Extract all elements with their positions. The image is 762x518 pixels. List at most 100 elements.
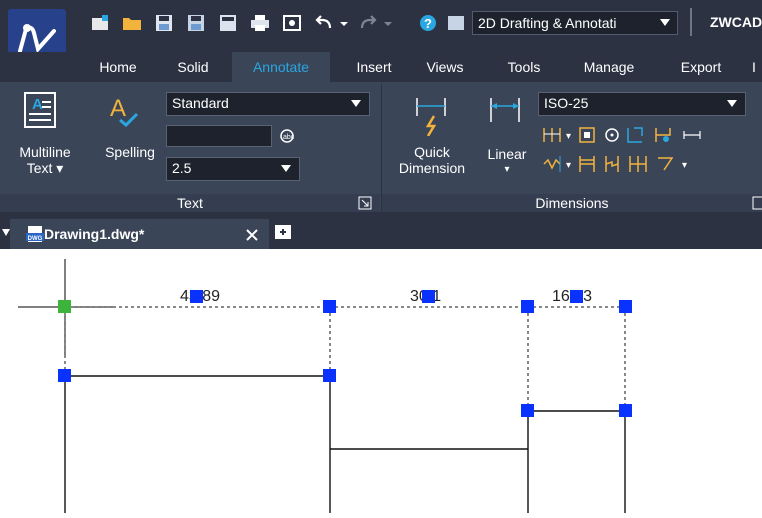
spelling-icon: A — [110, 95, 139, 128]
oblique-dimension-icon[interactable] — [683, 131, 701, 139]
chevron-down-icon — [660, 19, 670, 26]
drawing-svg: 43.89 30.1 16.23 — [18, 259, 632, 513]
close-icon[interactable] — [246, 229, 258, 241]
dimension-style-value: ISO-25 — [544, 95, 589, 111]
jogged-linear-icon[interactable] — [605, 156, 619, 172]
break-dimension-icon[interactable] — [543, 156, 561, 172]
grip[interactable] — [58, 369, 71, 382]
baseline-dimension-icon[interactable] — [543, 128, 561, 142]
adjust-space-icon[interactable] — [579, 156, 595, 172]
dropdown-arrow-icon[interactable]: ▾ — [566, 131, 571, 142]
tolerance-icon[interactable] — [579, 127, 595, 143]
title-bar: ? 2D Drafting & Annotati ZWCAD — [0, 0, 762, 71]
tab-more[interactable]: I — [752, 52, 762, 82]
grip[interactable] — [570, 290, 583, 303]
document-tab-bar: DWG Drawing1.dwg* — [0, 212, 762, 249]
leader-icon[interactable] — [658, 157, 674, 171]
quick-dimension-icon — [416, 98, 446, 136]
redo-icon[interactable] — [358, 14, 378, 32]
save-as-icon[interactable] — [186, 14, 206, 32]
panel-launcher-icon[interactable] — [358, 196, 372, 210]
dimension-tools-row-2: ▾ ▾ — [543, 156, 687, 172]
grip[interactable] — [619, 404, 632, 417]
spelling-button[interactable]: Spelling — [96, 144, 164, 160]
dwg-file-icon: DWG — [26, 226, 44, 242]
undo-icon[interactable] — [314, 14, 334, 32]
document-tab-title: Drawing1.dwg* — [44, 226, 145, 242]
chevron-down-icon — [351, 100, 361, 107]
tab-tools[interactable]: Tools — [500, 52, 548, 82]
tab-views[interactable]: Views — [420, 52, 470, 82]
grip-selected[interactable] — [58, 300, 71, 313]
chevron-down-icon — [727, 100, 737, 107]
tab-home[interactable]: Home — [94, 52, 142, 82]
find-replace-icon[interactable]: abc — [278, 127, 298, 145]
tab-solid[interactable]: Solid — [168, 52, 218, 82]
quick-dimension-button[interactable]: Quick Dimension — [388, 144, 476, 176]
multiline-text-button[interactable]: Multiline Text ▾ — [14, 144, 76, 176]
undo-dropdown-icon[interactable] — [338, 14, 350, 32]
document-tab[interactable]: DWG Drawing1.dwg* — [10, 219, 269, 249]
text-height-value: 2.5 — [172, 160, 192, 176]
product-label: ZWCAD — [710, 14, 762, 30]
workspace-icon[interactable] — [446, 14, 466, 32]
open-folder-icon[interactable] — [122, 14, 142, 32]
continue-dimension-icon[interactable] — [629, 156, 647, 172]
linear-dimension-button[interactable]: Linear ▾ — [480, 146, 534, 178]
dropdown-arrow-icon[interactable]: ▾ — [566, 160, 571, 171]
multiline-label-2: Text — [26, 160, 53, 176]
grip[interactable] — [521, 404, 534, 417]
quick-label-2: Dimension — [398, 160, 466, 176]
svg-text:abc: abc — [283, 134, 295, 141]
text-style-value: Standard — [172, 95, 229, 111]
help-icon[interactable]: ? — [418, 14, 438, 32]
drawing-geometry — [64, 375, 626, 513]
svg-text:A: A — [32, 96, 43, 113]
ribbon-panel-area: A Multiline Text ▾ A Spelling Standard a… — [0, 82, 762, 212]
inspect-dimension-icon[interactable] — [627, 127, 643, 143]
tab-export[interactable]: Export — [672, 52, 730, 82]
drawing-canvas[interactable]: 43.89 30.1 16.23 — [0, 249, 762, 513]
panel-launcher-icon[interactable] — [752, 196, 762, 210]
quick-label: Quick — [414, 144, 450, 160]
save-all-icon[interactable] — [218, 14, 238, 32]
svg-text:A: A — [110, 95, 126, 122]
dimension-lines — [64, 306, 626, 411]
new-file-icon[interactable] — [90, 14, 110, 32]
grip[interactable] — [323, 300, 336, 313]
new-tab-icon[interactable] — [274, 224, 292, 240]
tab-manage[interactable]: Manage — [576, 52, 642, 82]
redo-dropdown-icon[interactable] — [382, 14, 394, 32]
dimensions-panel-title: Dimensions — [382, 194, 762, 212]
grip[interactable] — [619, 300, 632, 313]
save-icon[interactable] — [154, 14, 174, 32]
dwg-badge-text: DWG — [28, 236, 43, 242]
print-icon[interactable] — [250, 14, 270, 32]
dimension-tools-row-1: ▾ — [543, 127, 701, 143]
text-style-dropdown[interactable]: Standard — [166, 92, 370, 116]
linear-label: Linear — [487, 146, 527, 162]
grip[interactable] — [323, 369, 336, 382]
tab-annotate[interactable]: Annotate — [232, 52, 330, 82]
text-panel-title: Text — [0, 194, 380, 212]
tab-list-arrow-icon[interactable] — [2, 229, 10, 237]
chevron-down-icon — [281, 165, 291, 172]
tab-insert[interactable]: Insert — [350, 52, 398, 82]
plot-preview-icon[interactable] — [282, 14, 302, 32]
multiline-label: Multiline — [19, 144, 71, 160]
dimension-style-dropdown[interactable]: ISO-25 — [538, 92, 746, 116]
grip[interactable] — [422, 290, 435, 303]
workspace-dropdown[interactable]: 2D Drafting & Annotati — [472, 11, 678, 35]
ribbon-tabs: Home Solid Annotate Insert Views Tools M… — [0, 52, 762, 82]
dropdown-arrow-icon[interactable]: ▾ — [682, 160, 687, 171]
panel-divider — [381, 84, 382, 212]
center-mark-icon[interactable] — [605, 128, 619, 142]
grip[interactable] — [521, 300, 534, 313]
text-search-input[interactable] — [166, 125, 272, 147]
linear-dimension-icon — [490, 98, 520, 122]
multiline-text-icon: A — [24, 92, 56, 128]
dimension-update-icon[interactable] — [655, 128, 671, 142]
separator — [690, 8, 692, 36]
grip[interactable] — [190, 290, 203, 303]
text-height-dropdown[interactable]: 2.5 — [166, 157, 300, 181]
